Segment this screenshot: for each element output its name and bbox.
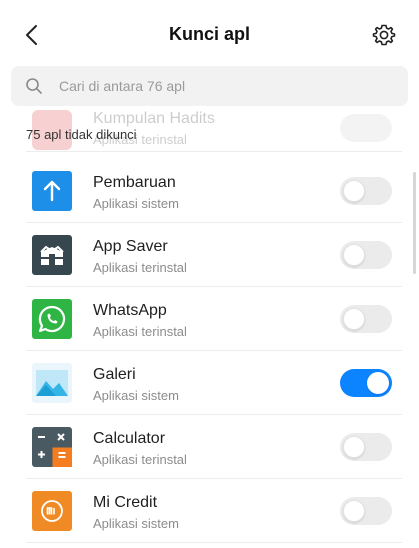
- toggle-knob: [343, 308, 365, 330]
- scrollbar[interactable]: [413, 172, 416, 274]
- gallery-icon: [32, 363, 72, 403]
- app-row-calculator[interactable]: Calculator Aplikasi terinstal: [26, 415, 402, 479]
- app-row-galeri[interactable]: Galeri Aplikasi sistem: [26, 351, 402, 415]
- app-row-mi-credit[interactable]: Mi Credit Aplikasi sistem: [26, 479, 402, 543]
- gear-icon[interactable]: [372, 23, 396, 47]
- app-subtitle: Aplikasi sistem: [93, 516, 179, 531]
- toggle-knob: [367, 372, 389, 394]
- lock-toggle[interactable]: [340, 369, 392, 397]
- lock-toggle[interactable]: [340, 305, 392, 333]
- app-name: Galeri: [93, 366, 136, 383]
- search-bar[interactable]: [11, 66, 408, 106]
- app-name: App Saver: [93, 238, 168, 255]
- divider: [26, 151, 402, 152]
- lock-toggle[interactable]: [340, 497, 392, 525]
- app-row-app-saver[interactable]: App Saver Aplikasi terinstal: [26, 223, 402, 287]
- whatsapp-icon: [32, 299, 72, 339]
- mi-credit-icon: [32, 491, 72, 531]
- lock-toggle[interactable]: [340, 433, 392, 461]
- unlocked-count-label: 75 apl tidak dikunci: [26, 127, 137, 142]
- search-input[interactable]: [59, 66, 389, 106]
- app-subtitle: Aplikasi sistem: [93, 196, 179, 211]
- app-subtitle: Aplikasi terinstal: [93, 260, 187, 275]
- lock-toggle[interactable]: [340, 241, 392, 269]
- search-icon: [26, 78, 42, 94]
- page-title: Kunci apl: [168, 24, 250, 44]
- app-list: Pembaruan Aplikasi sistem App Saver Apli…: [26, 159, 402, 543]
- app-name: Kumpulan Hadits: [93, 110, 215, 127]
- header: Kunci apl: [0, 0, 419, 64]
- update-arrow-icon: [32, 171, 72, 211]
- app-saver-icon: [32, 235, 72, 275]
- lock-toggle: [340, 114, 392, 142]
- app-subtitle: Aplikasi sistem: [93, 388, 179, 403]
- app-row-whatsapp[interactable]: WhatsApp Aplikasi terinstal: [26, 287, 402, 351]
- app-name: Calculator: [93, 430, 166, 447]
- app-row-pembaruan[interactable]: Pembaruan Aplikasi sistem: [26, 159, 402, 223]
- app-subtitle: Aplikasi terinstal: [93, 324, 187, 339]
- toggle-knob: [343, 500, 365, 522]
- toggle-knob: [343, 436, 365, 458]
- app-subtitle: Aplikasi terinstal: [93, 452, 187, 467]
- toggle-knob: [343, 244, 365, 266]
- app-name: WhatsApp: [93, 302, 167, 319]
- calculator-icon: [32, 427, 72, 467]
- lock-toggle[interactable]: [340, 177, 392, 205]
- app-name: Mi Credit: [93, 494, 158, 511]
- toggle-knob: [343, 180, 365, 202]
- app-name: Pembaruan: [93, 174, 176, 191]
